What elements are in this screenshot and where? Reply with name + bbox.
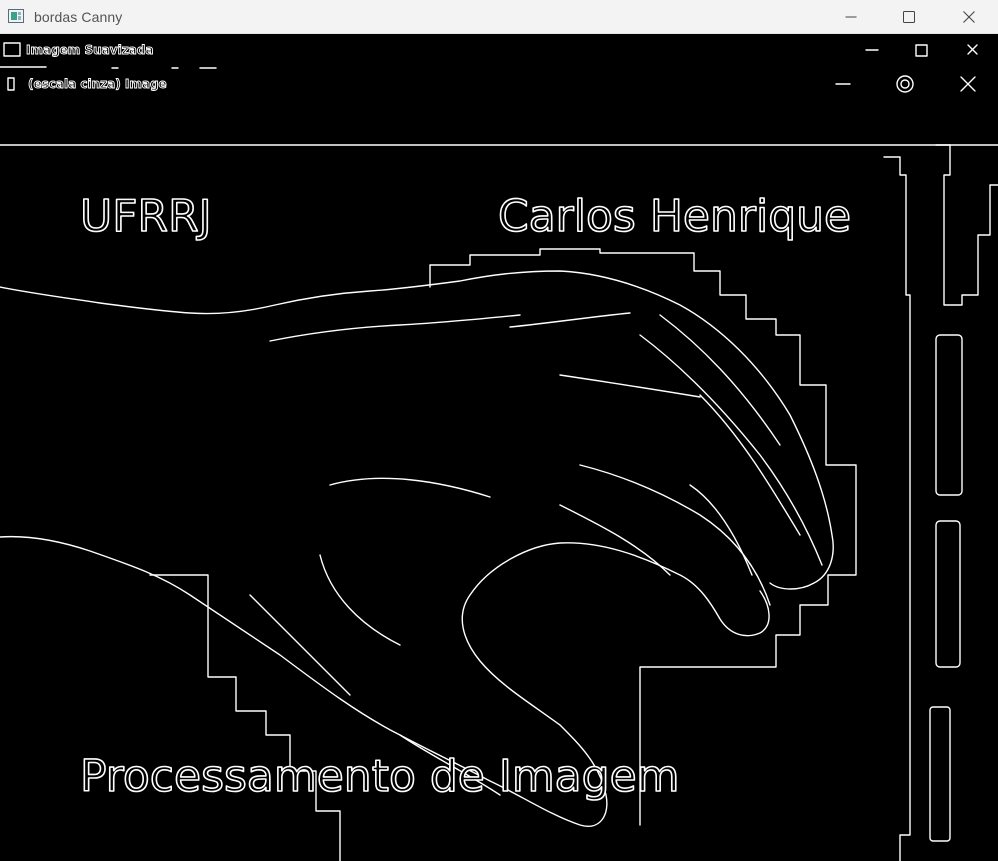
- hand-upper-contour: [0, 270, 834, 590]
- finger-4: [579, 464, 771, 606]
- title-bar[interactable]: bordas Canny: [0, 0, 998, 34]
- text-author-name: Carlos Henrique: [498, 191, 851, 242]
- minimize-button[interactable]: [822, 0, 880, 34]
- close-icon: [963, 11, 975, 23]
- opencv-window-icon: [8, 9, 24, 23]
- nested-window-icon: [3, 42, 21, 57]
- text-ufrrj: UFRRJ: [80, 191, 212, 242]
- region-outline-left: [149, 574, 341, 861]
- nested-close-icon-2: [960, 76, 976, 92]
- nested-close-icon: [967, 44, 978, 55]
- maximize-button[interactable]: [880, 0, 938, 34]
- wrist-crease-1: [319, 554, 401, 646]
- hand-fold-1: [269, 314, 521, 342]
- frame-right-edge: [935, 144, 998, 306]
- region-outline-right: [429, 248, 857, 826]
- frame-slot-3: [929, 706, 951, 842]
- nested-maximize-icon: [915, 44, 928, 57]
- app-window: bordas Canny Imagem Suavizada (escala ci…: [0, 0, 998, 861]
- nested-maximize-icon-2: [896, 75, 914, 93]
- finger-2: [659, 314, 781, 446]
- hand-fold-2: [509, 312, 631, 328]
- knuckle-line-1: [559, 374, 701, 398]
- text-course-title: Processamento de Imagem: [80, 751, 680, 802]
- window-title: bordas Canny: [34, 9, 123, 25]
- frame-slot-2: [935, 520, 961, 668]
- finger-3: [699, 394, 801, 536]
- close-button[interactable]: [940, 0, 998, 34]
- nested-tab-edges: [0, 66, 217, 69]
- minimize-icon: [845, 16, 857, 18]
- edge-image-canvas: Imagem Suavizada (escala cinza) Image UF…: [0, 35, 998, 861]
- nested-window-icon-2: [7, 77, 15, 91]
- palm-crease-2: [559, 504, 671, 576]
- frame-slot-1: [935, 334, 963, 496]
- palm-crease-1: [329, 477, 491, 498]
- frame-left-edge: [883, 156, 911, 861]
- canny-edges-drawing: UFRRJ Carlos Henrique Processamento de I…: [0, 42, 998, 861]
- maximize-icon: [903, 11, 915, 23]
